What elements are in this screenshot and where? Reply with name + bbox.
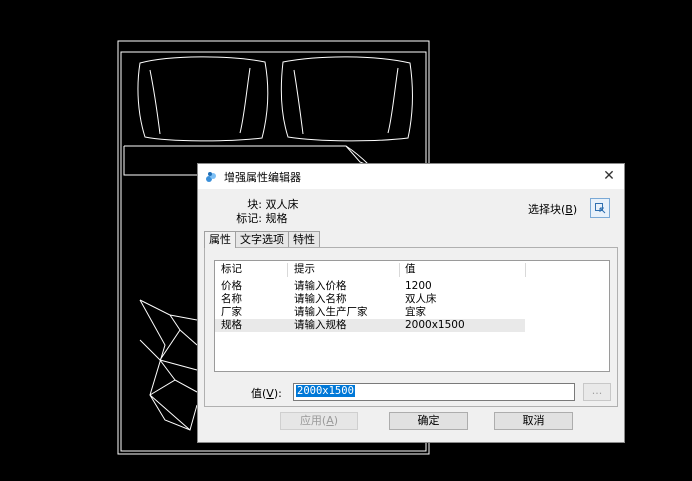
value-label: 值(V): (251, 387, 282, 400)
value-input[interactable]: 2000x1500 (293, 383, 575, 401)
column-header-value[interactable]: 值 (405, 263, 416, 276)
tag-info: 标记: 规格 (202, 210, 288, 226)
tab-text-options[interactable]: 文字选项 (235, 231, 289, 247)
selection-highlight (215, 319, 525, 332)
tab-strip: 属性 文字选项 特性 (204, 231, 320, 248)
list-item[interactable]: 名称 请输入名称 双人床 (215, 293, 609, 306)
tab-attributes[interactable]: 属性 (204, 231, 236, 248)
select-block-label: 选择块(B) (528, 203, 578, 216)
pillow-left (137, 56, 269, 142)
attribute-list-header: 标记 提示 值 (215, 263, 609, 277)
ok-button[interactable]: 确定 (389, 412, 468, 430)
column-separator (399, 263, 400, 277)
value-input-text: 2000x1500 (296, 385, 355, 397)
pick-block-icon (595, 203, 606, 214)
column-header-tag[interactable]: 标记 (221, 263, 242, 276)
browse-button[interactable]: ... (583, 383, 611, 401)
close-icon[interactable]: ✕ (600, 167, 618, 185)
list-item[interactable]: 价格 请输入价格 1200 (215, 280, 609, 293)
enhanced-attribute-editor-dialog: 增强属性编辑器 ✕ 块: 双人床 标记: 规格 选择块(B) 属性 文字选项 特… (197, 163, 625, 443)
dialog-titlebar[interactable]: 增强属性编辑器 ✕ (198, 164, 624, 189)
list-item[interactable]: 厂家 请输入生产厂家 宜家 (215, 306, 609, 319)
app-icon (206, 171, 216, 182)
column-header-prompt[interactable]: 提示 (294, 263, 315, 276)
attributes-panel: 标记 提示 值 价格 请输入价格 1200 名称 请输入名称 双人床 厂家 请输… (204, 247, 618, 407)
column-separator (287, 263, 288, 277)
tag-value: 规格 (265, 212, 288, 225)
dialog-title: 增强属性编辑器 (224, 170, 301, 184)
select-block-button[interactable] (590, 198, 610, 218)
tab-properties[interactable]: 特性 (288, 231, 320, 247)
tag-label: 标记: (236, 212, 262, 225)
column-separator (525, 263, 526, 277)
list-item-selected[interactable]: 规格 请输入规格 2000x1500 (215, 319, 609, 332)
pillow-right (280, 56, 413, 142)
apply-button[interactable]: 应用(A) (280, 412, 358, 430)
cancel-button[interactable]: 取消 (494, 412, 573, 430)
attribute-list[interactable]: 标记 提示 值 价格 请输入价格 1200 名称 请输入名称 双人床 厂家 请输… (214, 260, 610, 372)
